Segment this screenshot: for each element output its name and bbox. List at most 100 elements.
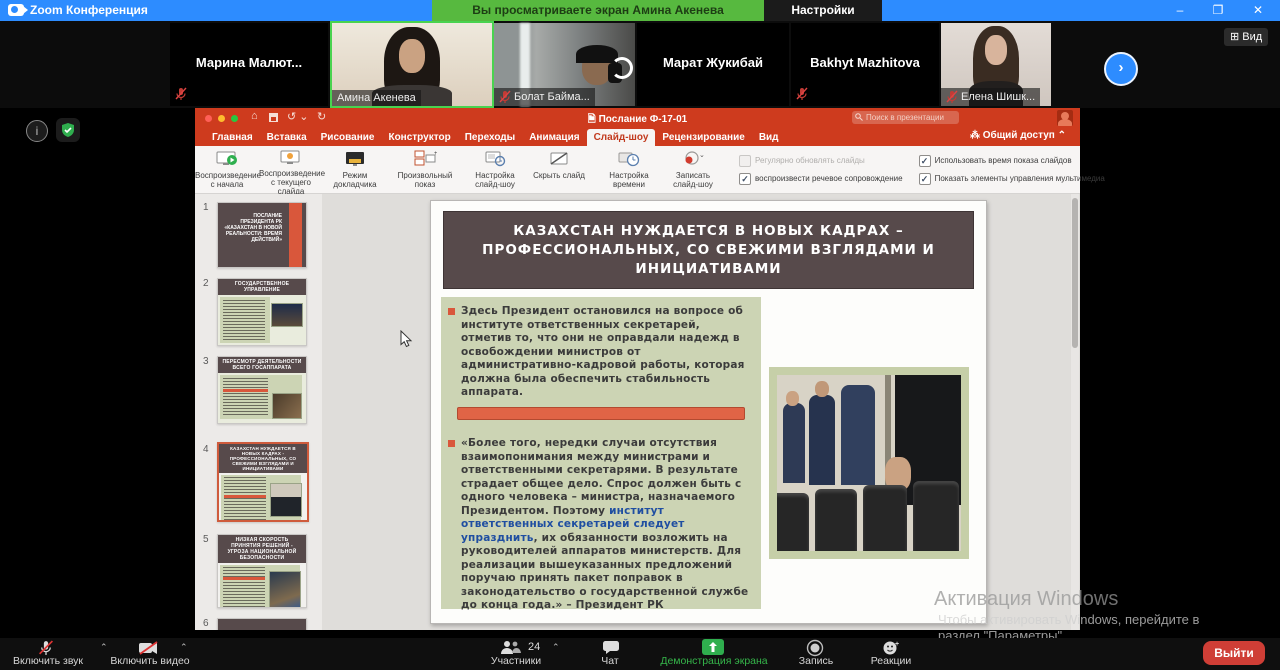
slide-thumbnail-1[interactable]: ПОСЛАНИЕ ПРЕЗИДЕНТА РК «КАЗАХСТАН В НОВО… [217,202,307,268]
hide-slide-button[interactable]: Скрыть слайд [527,146,591,193]
checkbox-icon: ✓ [919,155,931,167]
slide-thumbnail-3[interactable]: ПЕРЕСМОТР ДЕЯТЕЛЬНОСТИ ВСЕГО ГОСАППАРАТА [217,356,307,424]
avatar-face [399,39,425,73]
checkbox-play-narration[interactable]: ✓воспроизвести речевое сопровождение [739,173,903,185]
ribbon-label: Настройка времени [601,171,657,189]
account-avatar[interactable] [1057,110,1073,126]
slide-number: 6 [203,618,209,629]
svg-text:+: + [434,151,437,157]
tab-perekhody[interactable]: Переходы [458,129,522,146]
slide-photo [777,375,961,551]
slide-number: 1 [203,202,209,213]
maximize-button[interactable]: ❐ [1198,0,1238,21]
slide-number: 5 [203,534,209,545]
leave-button[interactable]: Выйти [1203,641,1265,665]
minimize-button[interactable]: – [1160,0,1200,21]
slide-thumbnail-2[interactable]: ГОСУДАРСТВЕННОЕ УПРАВЛЕНИЕ [217,278,307,346]
tab-vid[interactable]: Вид [752,129,786,146]
share-screen-icon[interactable] [702,639,724,655]
tab-konstruktor[interactable]: Конструктор [381,129,457,146]
tab-vstavka[interactable]: Вставка [260,129,314,146]
record-slideshow-button[interactable]: ⌄ Записать слайд-шоу [661,146,725,193]
start-video-label: Включить видео [100,655,200,667]
play-from-start-button[interactable]: Воспроизведение с начала [195,146,259,193]
meeting-toolbar: ⌃ Включить звук ⌃ Включить видео 24 ⌃ Уч… [0,638,1280,670]
checkbox-use-timings[interactable]: ✓ Использовать время показа слайдов [919,155,1105,167]
custom-show-button[interactable]: + Произвольный показ [393,146,457,193]
thumb-title: ПОСЛАНИЕ ПРЕЗИДЕНТА РК «КАЗАХСТАН В НОВО… [224,213,282,243]
search-input[interactable] [852,111,959,124]
checkbox-auto-update-slides[interactable]: Регулярно обновлять слайды [739,155,903,167]
slide-thumbnail-4-selected[interactable]: КАЗАХСТАН НУЖДАЕТСЯ В НОВЫХ КАДРАХ - ПРО… [217,442,309,522]
view-layout-button[interactable]: ⊞ Вид [1224,28,1268,46]
close-button[interactable]: ✕ [1238,0,1278,21]
participant-tile-bolat[interactable]: Болат Байма... [494,23,635,106]
share-access-button[interactable]: ⁂ Общий доступ ⌃ [970,130,1066,141]
participants-label: Участники [470,655,562,667]
play-from-current-icon [279,149,303,167]
presenter-mode-button[interactable]: Режим докладчика [323,146,387,193]
slide-photo-frame [769,367,969,559]
participant-name: Марат Жукибай [637,55,789,70]
slide-divider-bar [457,407,745,420]
participant-name: Амина Акенева [337,92,416,104]
ribbon-label: Настройка слайд-шоу [467,171,523,189]
participant-tile-marina[interactable]: Марина Малют... [170,23,328,106]
participants-count: 24 [528,641,540,653]
slide-thumbnail-6[interactable] [217,618,307,630]
ribbon-label: Воспроизведение с начала [195,171,259,189]
tab-retsenzirovanie[interactable]: Рецензирование [655,129,751,146]
unmute-label: Включить звук [0,655,96,667]
ppt-titlebar: ⌂ ↺ ⌄ ↻ 🗎 Послание Ф-17-01 [195,108,1080,128]
participant-name: Болат Байма... [514,91,590,103]
play-from-current-button[interactable]: Воспроизведение с текущего слайда [259,146,323,193]
slide-number: 2 [203,278,209,289]
hide-slide-icon [547,149,571,169]
audio-options-caret[interactable]: ⌃ [100,642,108,653]
setup-slideshow-icon [483,149,507,169]
participant-tile-bakhyt[interactable]: Bakhyt Mazhitova [791,23,939,106]
bullet2-text: «Более того, нередки случаи отсутствия в… [461,437,741,517]
participants-caret[interactable]: ⌃ [552,642,560,653]
meeting-info-icon[interactable]: i [26,120,48,142]
tab-slideshow[interactable]: Слайд-шоу [587,129,656,146]
participant-name-label: Амина Акенева [332,90,421,106]
participant-tile-amina[interactable]: Амина Акенева [330,21,494,108]
video-options-caret[interactable]: ⌃ [180,642,188,653]
checkbox-label: Регулярно обновлять слайды [755,156,865,165]
participant-tile-marat[interactable]: Марат Жукибай [637,23,789,106]
slide-number: 3 [203,356,209,367]
tab-animatsiya[interactable]: Анимация [522,129,586,146]
checkbox-show-media-controls[interactable]: ✓Показать элементы управления мультимеди… [919,173,1105,185]
tab-glavnaya[interactable]: Главная [205,129,260,146]
encryption-shield-icon[interactable] [56,118,80,142]
view-settings-button[interactable]: Настройки просмотра ⌄ [764,0,882,21]
ribbon-checkbox-col1: Регулярно обновлять слайды ✓воспроизвест… [731,146,911,193]
ribbon-label: Записать слайд-шоу [665,171,721,189]
ppt-ribbon-tabs: Главная Вставка Рисование Конструктор Пе… [195,128,1080,146]
headphones-icon [576,45,618,63]
screen-share-banner: Вы просматриваете экран Амина Акенева [432,0,764,21]
tab-risovanie[interactable]: Рисование [314,129,382,146]
ribbon-label: Режим докладчика [327,171,383,189]
mouse-cursor [400,330,414,348]
thumb-title: ГОСУДАРСТВЕННОЕ УПРАВЛЕНИЕ [218,279,306,295]
thumb-title: НИЗКАЯ СКОРОСТЬ ПРИНЯТИЯ РЕШЕНИЙ - УГРОЗ… [218,535,306,563]
svg-text:⌄: ⌄ [699,152,705,159]
share-screen-label: Демонстрация экрана [650,655,778,667]
setup-slideshow-button[interactable]: Настройка слайд-шоу [463,146,527,193]
ppt-ribbon: Воспроизведение с начала Воспроизведение… [195,146,1080,194]
next-participants-button[interactable]: › [1104,52,1138,86]
participant-tile-elena[interactable]: Елена Шишк... [941,23,1051,106]
zoom-camera-icon [8,4,24,16]
rehearse-timings-button[interactable]: Настройка времени [597,146,661,193]
slide-title-text: КАЗАХСТАН НУЖДАЕТСЯ В НОВЫХ КАДРАХ – ПРО… [444,222,973,279]
ppt-scrollbar[interactable] [1071,194,1079,630]
record-slideshow-icon: ⌄ [681,149,705,169]
slide-title-block: КАЗАХСТАН НУЖДАЕТСЯ В НОВЫХ КАДРАХ – ПРО… [443,211,974,289]
window-titlebar: Zoom Конференция Вы просматриваете экран… [0,0,1280,21]
participant-name-label: Елена Шишк... [941,88,1040,106]
slide-thumbnail-5[interactable]: НИЗКАЯ СКОРОСТЬ ПРИНЯТИЯ РЕШЕНИЙ - УГРОЗ… [217,534,307,608]
checkbox-label: Использовать время показа слайдов [935,156,1072,165]
ribbon-label: Произвольный показ [397,171,453,189]
